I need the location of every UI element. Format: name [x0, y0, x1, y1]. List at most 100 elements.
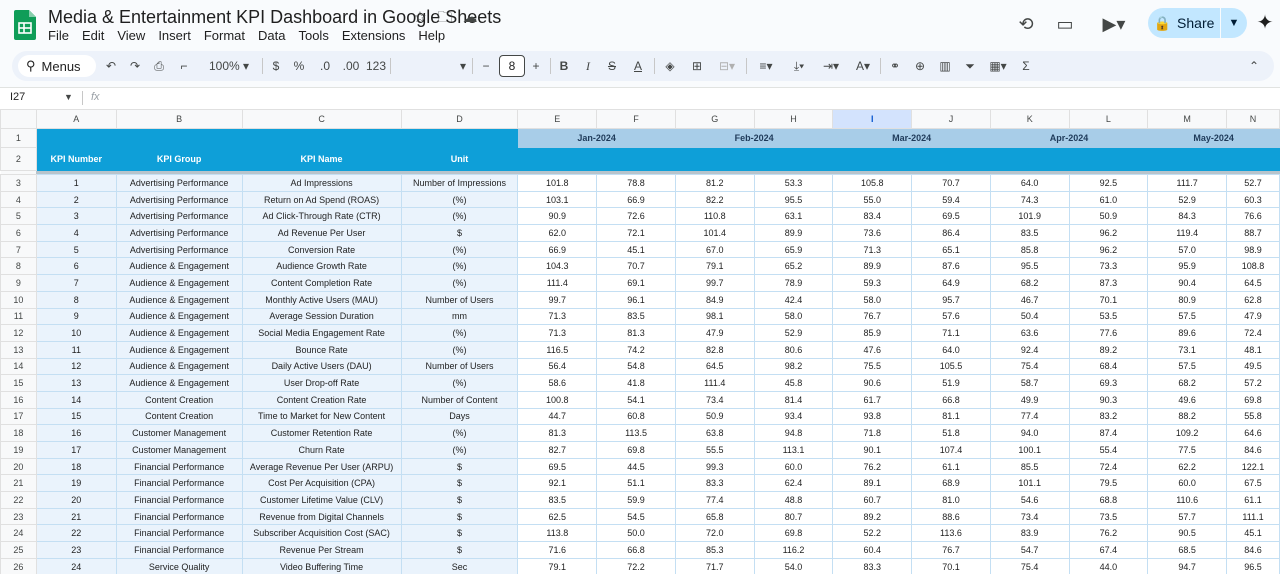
kpi-group-cell[interactable]: Audience & Engagement: [115, 340, 243, 359]
value-cell[interactable]: 81.2: [674, 174, 755, 192]
percent-format-button[interactable]: %: [291, 56, 307, 76]
header-blank-cell[interactable]: [911, 147, 991, 171]
kpi-name-cell[interactable]: Conversion Rate: [241, 240, 402, 259]
value-cell[interactable]: 54.8: [596, 357, 676, 376]
kpi-name-cell[interactable]: Content Completion Rate: [241, 274, 402, 292]
currency-format-button[interactable]: $: [268, 56, 284, 76]
value-cell[interactable]: 109.2: [1147, 424, 1228, 442]
row-header[interactable]: 5: [0, 207, 37, 226]
header-blank-cell[interactable]: [989, 147, 1070, 171]
kpi-number-cell[interactable]: 18: [35, 457, 117, 476]
kpi-group-cell[interactable]: Advertising Performance: [115, 224, 243, 242]
value-cell[interactable]: 47.9: [1226, 307, 1280, 326]
value-cell[interactable]: 71.3: [517, 307, 598, 326]
value-cell[interactable]: 85.5: [989, 457, 1070, 476]
value-cell[interactable]: 69.8: [1226, 390, 1280, 409]
value-cell[interactable]: 84.6: [1226, 441, 1280, 459]
select-all-corner[interactable]: [0, 109, 37, 129]
unit-cell[interactable]: $: [400, 507, 519, 526]
value-cell[interactable]: 100.8: [517, 390, 598, 409]
star-icon[interactable]: ☆: [411, 9, 429, 27]
row-header[interactable]: 8: [0, 257, 37, 276]
value-cell[interactable]: 71.3: [832, 240, 913, 259]
kpi-number-cell[interactable]: 21: [35, 507, 117, 526]
value-cell[interactable]: 68.8: [1068, 491, 1149, 509]
value-cell[interactable]: 105.5: [911, 357, 991, 376]
row-header[interactable]: 15: [0, 374, 37, 392]
kpi-group-cell[interactable]: Financial Performance: [115, 491, 243, 509]
value-cell[interactable]: 75.4: [989, 557, 1070, 574]
value-cell[interactable]: 72.0: [674, 524, 755, 543]
kpi-number-cell[interactable]: 19: [35, 474, 117, 493]
value-cell[interactable]: 83.5: [596, 307, 676, 326]
kpi-name-cell[interactable]: User Drop-off Rate: [241, 374, 402, 392]
menu-tools[interactable]: Tools: [298, 28, 328, 44]
value-cell[interactable]: 48.8: [753, 491, 834, 509]
row-header[interactable]: 13: [0, 340, 37, 359]
value-cell[interactable]: 48.1: [1226, 340, 1280, 359]
kpi-group-cell[interactable]: Customer Management: [115, 424, 243, 442]
value-cell[interactable]: 72.4: [1226, 324, 1280, 342]
value-cell[interactable]: 55.0: [832, 190, 913, 209]
value-cell[interactable]: 89.2: [832, 507, 913, 526]
value-cell[interactable]: 72.6: [596, 207, 676, 226]
bold-button[interactable]: B: [556, 56, 572, 76]
kpi-group-cell[interactable]: Advertising Performance: [115, 207, 243, 226]
increase-font-size-button[interactable]: +: [528, 56, 544, 76]
value-cell[interactable]: 111.1: [1226, 507, 1280, 526]
value-cell[interactable]: 83.5: [517, 491, 598, 509]
value-cell[interactable]: 101.1: [989, 474, 1070, 493]
row-header[interactable]: 12: [0, 324, 37, 342]
row-header[interactable]: 4: [0, 190, 37, 209]
value-cell[interactable]: 69.5: [517, 457, 598, 476]
row-header[interactable]: 18: [0, 424, 37, 442]
kpi-name-cell[interactable]: Return on Ad Spend (ROAS): [241, 190, 402, 209]
value-cell[interactable]: 94.0: [989, 424, 1070, 442]
month-header-cell[interactable]: Jan-2024: [517, 128, 676, 148]
undo-icon[interactable]: ↶: [102, 56, 120, 76]
insert-link-icon[interactable]: ⚭: [886, 56, 904, 76]
value-cell[interactable]: 81.3: [596, 324, 676, 342]
value-cell[interactable]: 79.1: [674, 257, 755, 276]
value-cell[interactable]: 103.1: [517, 190, 598, 209]
value-cell[interactable]: 49.5: [1226, 357, 1280, 376]
value-cell[interactable]: 92.5: [1068, 174, 1149, 192]
value-cell[interactable]: 63.6: [989, 324, 1070, 342]
value-cell[interactable]: 101.9: [989, 207, 1070, 226]
share-button[interactable]: 🔒 Share: [1148, 8, 1220, 38]
value-cell[interactable]: 73.4: [674, 390, 755, 409]
kpi-group-cell[interactable]: Financial Performance: [115, 541, 243, 559]
value-cell[interactable]: 68.2: [989, 274, 1070, 292]
value-cell[interactable]: 51.1: [596, 474, 676, 493]
column-header[interactable]: J: [911, 109, 991, 129]
value-cell[interactable]: 72.1: [596, 224, 676, 242]
value-cell[interactable]: 111.7: [1147, 174, 1228, 192]
value-cell[interactable]: 90.9: [517, 207, 598, 226]
kpi-group-cell[interactable]: Audience & Engagement: [115, 290, 243, 309]
value-cell[interactable]: 56.4: [517, 357, 598, 376]
value-cell[interactable]: 65.8: [674, 507, 755, 526]
kpi-number-cell[interactable]: 15: [35, 407, 117, 426]
menu-format[interactable]: Format: [204, 28, 245, 44]
value-cell[interactable]: 64.5: [1226, 274, 1280, 292]
value-cell[interactable]: 55.8: [1226, 407, 1280, 426]
value-cell[interactable]: 82.7: [517, 441, 598, 459]
kpi-group-cell[interactable]: Audience & Engagement: [115, 374, 243, 392]
value-cell[interactable]: 57.5: [1147, 357, 1228, 376]
value-cell[interactable]: 85.3: [674, 541, 755, 559]
value-cell[interactable]: 69.8: [596, 441, 676, 459]
unit-cell[interactable]: (%): [400, 207, 519, 226]
value-cell[interactable]: 100.1: [989, 441, 1070, 459]
redo-icon[interactable]: ↷: [126, 56, 144, 76]
value-cell[interactable]: 66.9: [596, 190, 676, 209]
more-formats-button[interactable]: 123: [366, 56, 386, 76]
kpi-name-cell[interactable]: Time to Market for New Content: [241, 407, 402, 426]
value-cell[interactable]: 64.0: [989, 174, 1070, 192]
value-cell[interactable]: 46.7: [989, 290, 1070, 309]
unit-cell[interactable]: $: [400, 541, 519, 559]
kpi-group-cell[interactable]: Advertising Performance: [115, 240, 243, 259]
value-cell[interactable]: 70.1: [1068, 290, 1149, 309]
value-cell[interactable]: 76.7: [911, 541, 991, 559]
kpi-name-cell[interactable]: Ad Click-Through Rate (CTR): [241, 207, 402, 226]
value-cell[interactable]: 79.1: [517, 557, 598, 574]
